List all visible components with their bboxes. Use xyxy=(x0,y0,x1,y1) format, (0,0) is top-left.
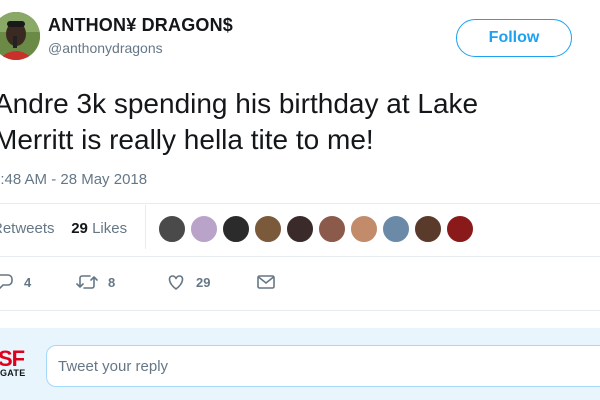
likes-label: Likes xyxy=(92,220,128,237)
retweet-icon xyxy=(76,272,98,292)
liker-avatar[interactable] xyxy=(158,215,186,243)
follow-button[interactable]: Follow xyxy=(456,19,572,57)
liker-avatar[interactable] xyxy=(318,215,346,243)
author-handle[interactable]: @anthonydragons xyxy=(48,40,163,56)
liker-avatar[interactable] xyxy=(382,215,410,243)
tweet-text-line-2: Merritt is really hella tite to me! xyxy=(0,124,374,155)
liker-avatar[interactable] xyxy=(254,215,282,243)
divider xyxy=(0,256,600,257)
retweets-label: Retweets xyxy=(0,220,55,237)
stats-separator xyxy=(145,205,146,249)
reply-count: 4 xyxy=(24,274,32,290)
liker-avatar[interactable] xyxy=(414,215,442,243)
likes-count: 29 xyxy=(71,220,88,237)
liker-avatar[interactable] xyxy=(446,215,474,243)
like-action[interactable]: 29 xyxy=(166,272,210,292)
reply-icon xyxy=(0,272,14,292)
retweet-count: 8 xyxy=(108,274,116,290)
message-icon xyxy=(256,272,276,292)
author-display-name[interactable]: ANTHON¥ DRAGON$ xyxy=(48,15,233,36)
avatar-image xyxy=(0,12,40,60)
liker-avatar[interactable] xyxy=(190,215,218,243)
author-avatar[interactable] xyxy=(0,12,40,60)
liker-avatar[interactable] xyxy=(350,215,378,243)
direct-message-action[interactable] xyxy=(256,272,276,292)
divider xyxy=(0,203,600,204)
sfgate-logo: SF GATE xyxy=(0,346,30,383)
reply-input[interactable]: Tweet your reply xyxy=(46,345,600,387)
liker-avatar[interactable] xyxy=(286,215,314,243)
reply-action[interactable]: 4 xyxy=(0,272,31,292)
retweet-action[interactable]: 8 xyxy=(76,272,115,292)
tweet-text: Andre 3k spending his birthday at Lake M… xyxy=(0,86,554,158)
liker-avatar[interactable] xyxy=(222,215,250,243)
tweet-text-line-1: Andre 3k spending his birthday at Lake xyxy=(0,88,479,119)
heart-icon xyxy=(166,272,186,292)
logo-bottom-text: GATE xyxy=(0,368,26,378)
tweet-timestamp[interactable]: 9:48 AM - 28 May 2018 xyxy=(0,171,147,188)
like-count: 29 xyxy=(196,274,211,290)
divider xyxy=(0,310,600,311)
retweets-stat[interactable]: Retweets xyxy=(0,220,55,237)
likes-stat[interactable]: 29 Likes xyxy=(71,220,127,237)
reply-placeholder: Tweet your reply xyxy=(58,357,169,375)
engagement-stats: Retweets 29 Likes xyxy=(0,220,127,237)
